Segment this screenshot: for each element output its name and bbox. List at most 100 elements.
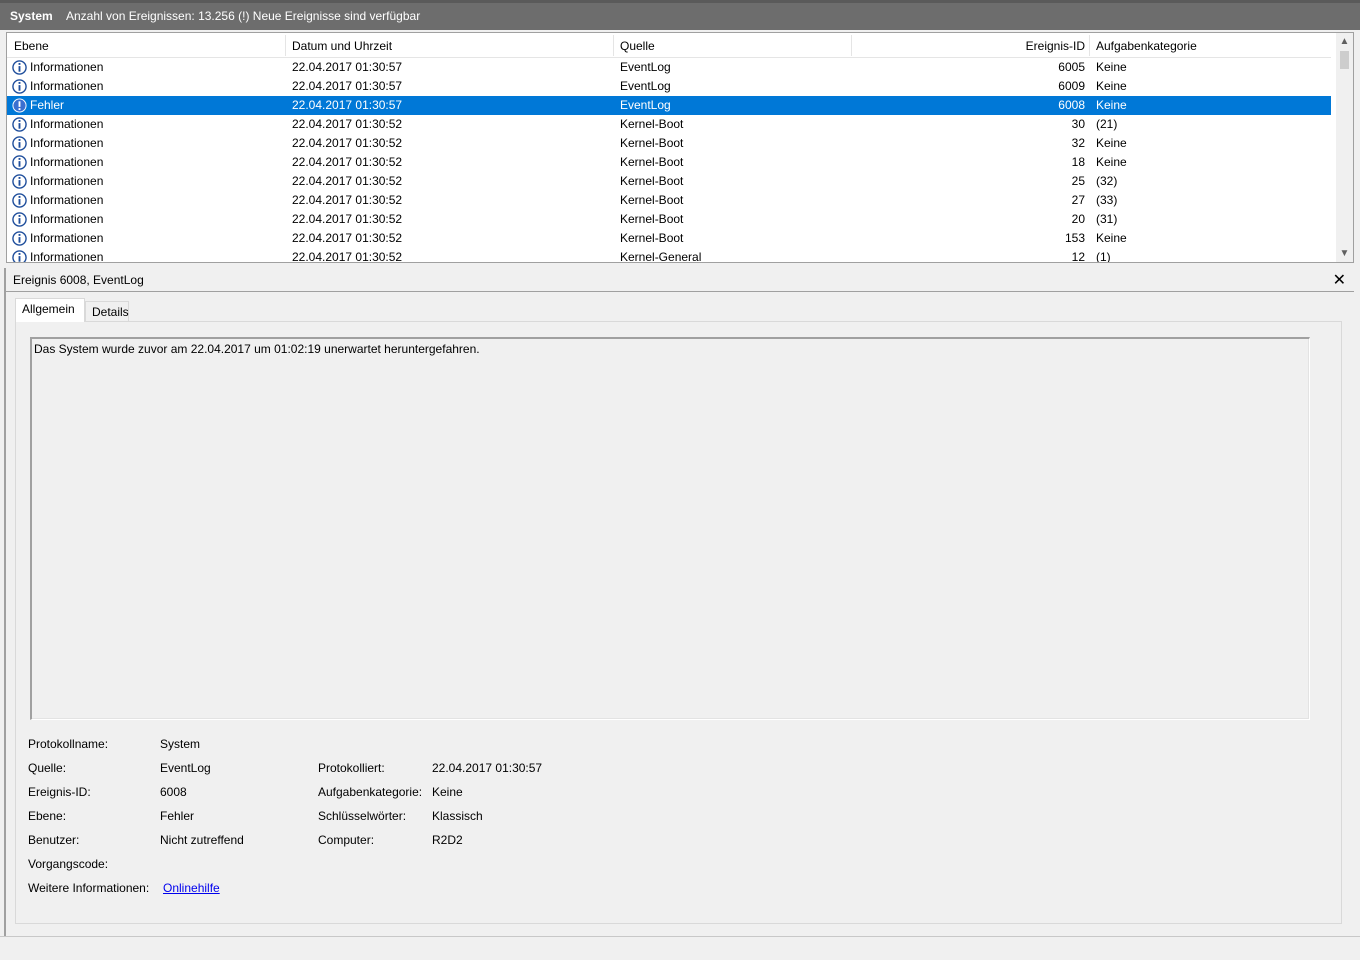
label-opcode: Vorgangscode: xyxy=(28,857,109,871)
event-row[interactable]: Informationen 22.04.2017 01:30:57 EventL… xyxy=(7,77,1331,96)
event-category: Keine xyxy=(1096,98,1127,112)
value-logged: 22.04.2017 01:30:57 xyxy=(432,761,543,775)
event-detail-title: Ereignis 6008, EventLog xyxy=(13,273,144,287)
event-source: Kernel-Boot xyxy=(620,117,684,131)
event-row[interactable]: Informationen 22.04.2017 01:30:52 Kernel… xyxy=(7,153,1331,172)
event-category: (1) xyxy=(1096,250,1111,263)
column-separator[interactable] xyxy=(1089,35,1090,56)
info-icon xyxy=(12,60,27,75)
label-level: Ebene: xyxy=(28,809,67,823)
value-level: Fehler xyxy=(160,809,195,823)
event-source: Kernel-Boot xyxy=(620,231,684,245)
close-icon[interactable]: ✕ xyxy=(1333,270,1346,290)
event-id: 25 xyxy=(1071,174,1085,188)
event-source: Kernel-Boot xyxy=(620,136,684,150)
event-category: Keine xyxy=(1096,79,1127,93)
value-keywords: Klassisch xyxy=(432,809,483,823)
label-more-info: Weitere Informationen: xyxy=(28,881,150,895)
event-row[interactable]: Informationen 22.04.2017 01:30:52 Kernel… xyxy=(7,172,1331,191)
info-icon xyxy=(12,193,27,208)
event-source: Kernel-General xyxy=(620,250,702,263)
event-id: 32 xyxy=(1071,136,1085,150)
online-help-link[interactable]: Onlinehilfe xyxy=(163,881,220,895)
event-date: 22.04.2017 01:30:52 xyxy=(292,174,403,188)
column-separator[interactable] xyxy=(285,35,286,56)
event-row-selected[interactable]: Fehler 22.04.2017 01:30:57 EventLog 6008… xyxy=(7,96,1331,115)
column-separator[interactable] xyxy=(851,35,852,56)
column-header-source[interactable]: Quelle xyxy=(620,39,655,53)
event-category: Keine xyxy=(1096,60,1127,74)
tab-allgemein[interactable]: Allgemein xyxy=(15,298,85,322)
event-source: EventLog xyxy=(620,79,671,93)
event-row[interactable]: Informationen 22.04.2017 01:30:52 Kernel… xyxy=(7,134,1331,153)
event-row[interactable]: Informationen 22.04.2017 01:30:57 EventL… xyxy=(7,58,1331,77)
event-level: Informationen xyxy=(30,174,104,188)
event-category: (33) xyxy=(1096,193,1118,207)
info-icon xyxy=(12,136,27,151)
value-source: EventLog xyxy=(160,761,211,775)
event-category: (31) xyxy=(1096,212,1118,226)
label-source: Quelle: xyxy=(28,761,67,775)
event-date: 22.04.2017 01:30:52 xyxy=(292,212,403,226)
column-separator[interactable] xyxy=(613,35,614,56)
column-header-category[interactable]: Aufgabenkategorie xyxy=(1096,39,1197,53)
event-level: Informationen xyxy=(30,60,104,74)
event-list[interactable]: Ebene Datum und Uhrzeit Quelle Ereignis-… xyxy=(6,32,1354,263)
value-log-name: System xyxy=(160,737,201,751)
event-source: Kernel-Boot xyxy=(620,174,684,188)
column-header-level[interactable]: Ebene xyxy=(14,39,49,53)
column-header-date[interactable]: Datum und Uhrzeit xyxy=(292,39,392,53)
event-row[interactable]: Informationen 22.04.2017 01:30:52 Kernel… xyxy=(7,115,1331,134)
event-date: 22.04.2017 01:30:57 xyxy=(292,60,403,74)
event-count-status: Anzahl von Ereignissen: 13.256 (!) Neue … xyxy=(66,9,421,23)
label-logged: Protokolliert: xyxy=(318,761,385,775)
value-task-category: Keine xyxy=(432,785,463,799)
event-date: 22.04.2017 01:30:57 xyxy=(292,79,403,93)
info-icon xyxy=(12,174,27,189)
event-rows: Informationen 22.04.2017 01:30:57 EventL… xyxy=(7,58,1331,263)
event-id: 27 xyxy=(1071,193,1085,207)
event-category: (32) xyxy=(1096,174,1118,188)
label-user: Benutzer: xyxy=(28,833,80,847)
event-row[interactable]: Informationen 22.04.2017 01:30:52 Kernel… xyxy=(7,248,1331,263)
info-icon xyxy=(12,117,27,132)
value-event-id: 6008 xyxy=(160,785,187,799)
event-message-text: Das System wurde zuvor am 22.04.2017 um … xyxy=(34,342,480,356)
event-row[interactable]: Informationen 22.04.2017 01:30:52 Kernel… xyxy=(7,210,1331,229)
scrollbar-thumb[interactable] xyxy=(1340,51,1349,69)
event-date: 22.04.2017 01:30:52 xyxy=(292,193,403,207)
event-source: Kernel-Boot xyxy=(620,212,684,226)
scroll-down-arrow-icon[interactable]: ▼ xyxy=(1336,245,1353,262)
column-header-row: Ebene Datum und Uhrzeit Quelle Ereignis-… xyxy=(7,33,1331,58)
event-source: EventLog xyxy=(620,60,671,74)
vertical-scrollbar[interactable]: ▲ ▼ xyxy=(1336,33,1353,262)
scroll-up-arrow-icon[interactable]: ▲ xyxy=(1336,33,1353,50)
event-id: 6009 xyxy=(1058,79,1085,93)
event-date: 22.04.2017 01:30:57 xyxy=(292,98,403,112)
event-detail-header: Ereignis 6008, EventLog ✕ xyxy=(6,268,1354,292)
column-header-event-id[interactable]: Ereignis-ID xyxy=(1007,39,1085,53)
event-date: 22.04.2017 01:30:52 xyxy=(292,250,403,263)
event-id: 153 xyxy=(1064,231,1085,245)
event-row[interactable]: Informationen 22.04.2017 01:30:52 Kernel… xyxy=(7,229,1331,248)
info-icon xyxy=(12,79,27,94)
info-icon xyxy=(12,250,27,262)
event-category: (21) xyxy=(1096,117,1118,131)
tab-details[interactable]: Details xyxy=(85,301,129,323)
label-event-id: Ereignis-ID: xyxy=(28,785,91,799)
log-name: System xyxy=(10,9,53,23)
info-icon xyxy=(12,231,27,246)
label-log-name: Protokollname: xyxy=(28,737,109,751)
info-icon xyxy=(12,212,27,227)
event-row[interactable]: Informationen 22.04.2017 01:30:52 Kernel… xyxy=(7,191,1331,210)
label-computer: Computer: xyxy=(318,833,375,847)
event-level: Informationen xyxy=(30,155,104,169)
event-id: 20 xyxy=(1071,212,1085,226)
event-date: 22.04.2017 01:30:52 xyxy=(292,231,403,245)
event-id: 6005 xyxy=(1058,60,1085,74)
event-date: 22.04.2017 01:30:52 xyxy=(292,155,403,169)
event-id: 18 xyxy=(1071,155,1085,169)
event-message-box[interactable]: Das System wurde zuvor am 22.04.2017 um … xyxy=(30,337,1310,720)
event-level: Informationen xyxy=(30,250,104,263)
event-date: 22.04.2017 01:30:52 xyxy=(292,117,403,131)
